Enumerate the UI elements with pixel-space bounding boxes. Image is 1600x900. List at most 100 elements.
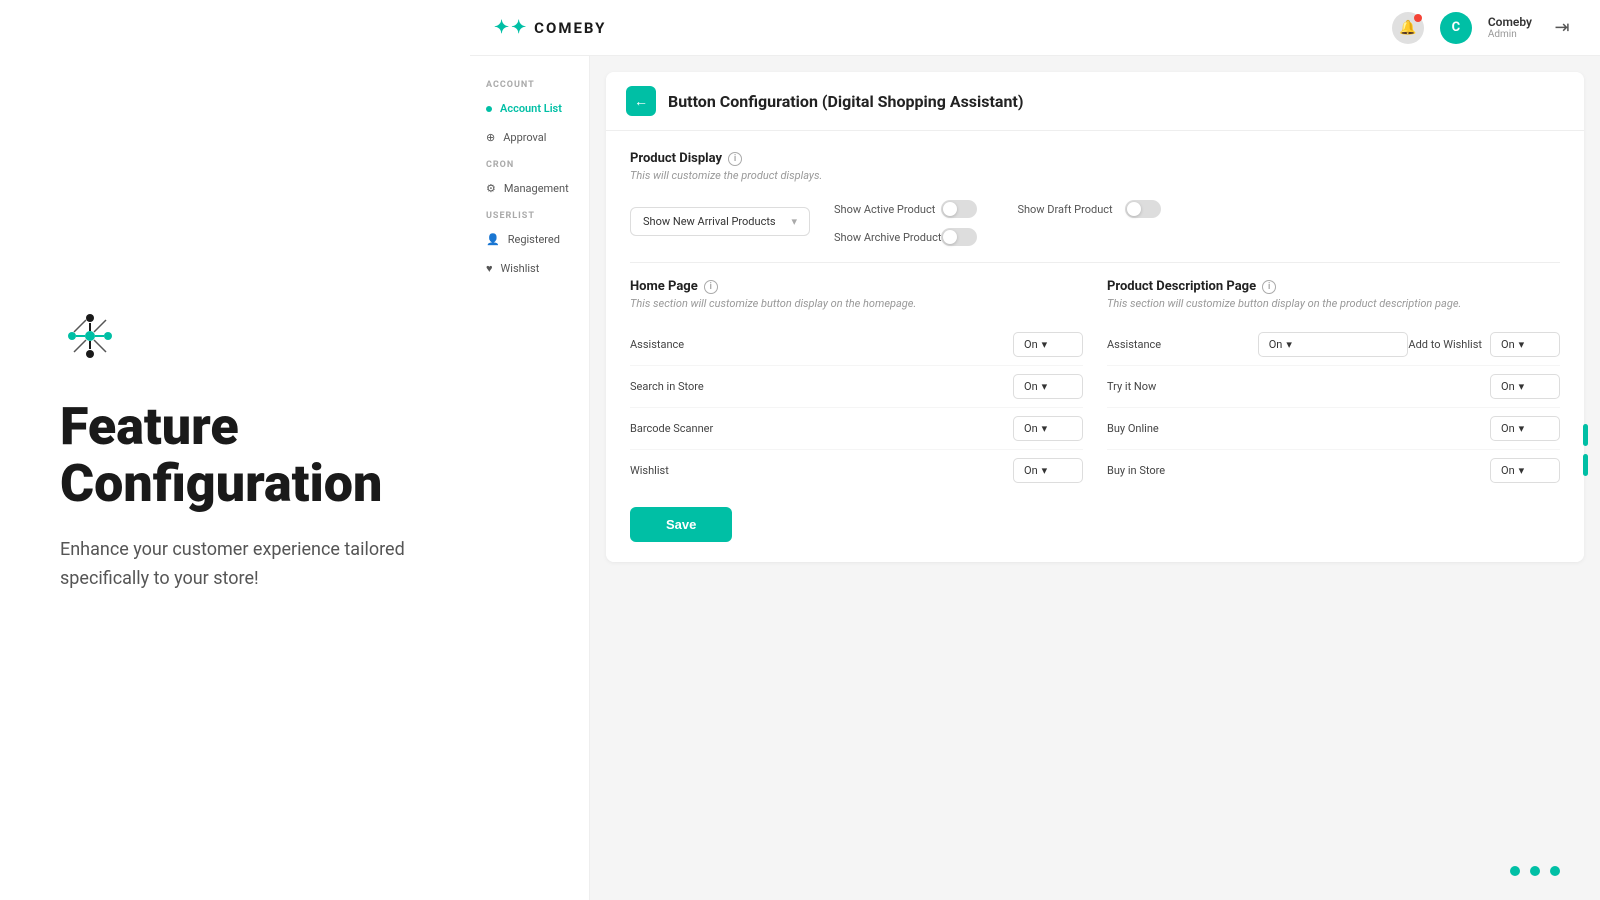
product-desc-subtitle: This section will customize button displ…: [1107, 297, 1560, 310]
user-name: Comeby: [1488, 15, 1532, 29]
sidebar-section-userlist: USERLIST: [470, 203, 589, 225]
user-role: Admin: [1488, 29, 1532, 40]
barcode-scanner-dropdown[interactable]: On ▾: [1013, 416, 1083, 441]
side-bar-2: [1583, 454, 1588, 476]
field-label: Search in Store: [630, 380, 704, 393]
sidebar-item-approval[interactable]: ⊕ Approval: [470, 123, 589, 152]
chevron-down-icon: ▾: [1042, 464, 1048, 477]
toggle-label: Show Draft Product: [1017, 203, 1112, 216]
main-content: ACCOUNT Account List ⊕ Approval CRON ⚙ M…: [470, 56, 1600, 900]
home-page-title: Home Page i: [630, 279, 1083, 294]
buy-in-store-dropdown[interactable]: On ▾: [1490, 458, 1560, 483]
back-button[interactable]: ←: [626, 86, 656, 116]
chevron-down-icon: ▾: [1042, 422, 1048, 435]
search-store-dropdown[interactable]: On ▾: [1013, 374, 1083, 399]
toggle-label: Show Active Product: [834, 203, 935, 216]
toggle-active-product: Show Active Product: [834, 200, 977, 218]
sidebar-item-wishlist[interactable]: ♥ Wishlist: [470, 254, 589, 283]
chevron-down-icon: ▾: [1042, 380, 1048, 393]
columns-row: Home Page i This section will customize …: [630, 279, 1560, 491]
sidebar-item-label: Approval: [503, 131, 546, 144]
sidebar-item-account-list[interactable]: Account List: [470, 94, 589, 123]
save-button[interactable]: Save: [630, 507, 732, 542]
wishlist-home-dropdown[interactable]: On ▾: [1013, 458, 1083, 483]
toggle-archive-product: Show Archive Product: [834, 228, 977, 246]
notification-button[interactable]: 🔔: [1392, 12, 1424, 44]
field-label: Buy in Store: [1107, 464, 1165, 477]
active-dot: [486, 106, 492, 112]
field-search-store: Search in Store On ▾: [630, 366, 1083, 408]
sidebar-section-cron: CRON: [470, 152, 589, 174]
field-label: Barcode Scanner: [630, 422, 713, 435]
toggle-archive-product-switch[interactable]: [941, 228, 977, 246]
product-display-section: Product Display i This will customize th…: [630, 151, 1560, 246]
sidebar-item-label: Management: [504, 182, 569, 195]
sidebar-item-label: Wishlist: [501, 262, 540, 275]
side-decorations: [1583, 424, 1588, 476]
buy-online-dropdown[interactable]: On ▾: [1490, 416, 1560, 441]
field-label: Assistance: [630, 338, 684, 351]
toggle-active-product-switch[interactable]: [941, 200, 977, 218]
top-bar: ✦✦ COMEBY 🔔 C Comeby Admin ⇥: [470, 0, 1600, 56]
notification-dot: [1414, 14, 1422, 22]
sidebar-item-icon: ♥: [486, 262, 493, 275]
top-bar-right: 🔔 C Comeby Admin ⇥: [1392, 12, 1576, 44]
home-page-subtitle: This section will customize button displ…: [630, 297, 1083, 310]
field-try-it-now: Try it Now On ▾: [1107, 366, 1560, 408]
sidebar-section-account: ACCOUNT: [470, 72, 589, 94]
field-label: Buy Online: [1107, 422, 1159, 435]
divider: [630, 262, 1560, 263]
sidebar-item-management[interactable]: ⚙ Management: [470, 174, 589, 203]
info-icon-home: i: [704, 280, 718, 294]
product-display-subtitle: This will customize the product displays…: [630, 169, 1560, 182]
brand-name: COMEBY: [534, 19, 606, 37]
toggle-draft-product-switch[interactable]: [1125, 200, 1161, 218]
page-title: Button Configuration (Digital Shopping A…: [668, 92, 1023, 111]
logo-icon: [60, 306, 120, 366]
product-display-title: Product Display i: [630, 151, 1560, 166]
sidebar-item-registered[interactable]: 👤 Registered: [470, 225, 589, 254]
desc-first-row: Assistance On ▾ Add to Wishlist On ▾: [1107, 324, 1560, 366]
brand-logo: ✦✦ COMEBY: [494, 17, 606, 38]
sidebar-item-label: Account List: [500, 102, 562, 115]
logout-button[interactable]: ⇥: [1548, 14, 1576, 42]
chevron-down-icon: ▾: [791, 215, 797, 228]
add-wishlist-dropdown[interactable]: On ▾: [1490, 332, 1560, 357]
pagination-dots: [1510, 866, 1560, 876]
page-content: ← Button Configuration (Digital Shopping…: [590, 56, 1600, 900]
toggle-label: Show Archive Product: [834, 231, 941, 244]
chevron-down-icon: ▾: [1519, 422, 1525, 435]
chevron-down-icon: ▾: [1286, 338, 1292, 351]
feature-subtitle: Enhance your customer experience tailore…: [60, 536, 410, 594]
chevron-down-icon: ▾: [1042, 338, 1048, 351]
field-buy-online: Buy Online On ▾: [1107, 408, 1560, 450]
app-container: ✦✦ COMEBY 🔔 C Comeby Admin ⇥ ACCOUNT Acc…: [470, 0, 1600, 900]
sidebar-item-icon: ⚙: [486, 182, 496, 195]
sidebar: ACCOUNT Account List ⊕ Approval CRON ⚙ M…: [470, 56, 590, 900]
avatar: C: [1440, 12, 1472, 44]
chevron-down-icon: ▾: [1519, 464, 1525, 477]
info-icon-desc: i: [1262, 280, 1276, 294]
product-display-row: Show New Arrival Products ▾ Show Active …: [630, 196, 1560, 246]
chevron-down-icon: ▾: [1519, 380, 1525, 393]
dot-2[interactable]: [1530, 866, 1540, 876]
try-it-now-dropdown[interactable]: On ▾: [1490, 374, 1560, 399]
field-label: Try it Now: [1107, 380, 1156, 393]
field-label: Wishlist: [630, 464, 669, 477]
field-wishlist-home: Wishlist On ▾: [630, 450, 1083, 491]
product-toggles: Show Active Product Show Draft Product S…: [834, 200, 1161, 246]
side-bar-1: [1583, 424, 1588, 446]
home-page-section: Home Page i This section will customize …: [630, 279, 1083, 491]
dot-3[interactable]: [1550, 866, 1560, 876]
product-display-dropdown[interactable]: Show New Arrival Products ▾: [630, 207, 810, 236]
field-buy-in-store: Buy in Store On ▾: [1107, 450, 1560, 491]
field-assistance-home: Assistance On ▾: [630, 324, 1083, 366]
user-info: Comeby Admin: [1488, 15, 1532, 40]
sidebar-item-label: Registered: [508, 233, 560, 246]
sidebar-item-icon: 👤: [486, 233, 500, 246]
sidebar-item-icon: ⊕: [486, 131, 495, 144]
dot-1[interactable]: [1510, 866, 1520, 876]
dropdown-label: Show New Arrival Products: [643, 215, 776, 228]
assistance-home-dropdown[interactable]: On ▾: [1013, 332, 1083, 357]
assistance-desc-dropdown[interactable]: On ▾: [1258, 332, 1409, 357]
